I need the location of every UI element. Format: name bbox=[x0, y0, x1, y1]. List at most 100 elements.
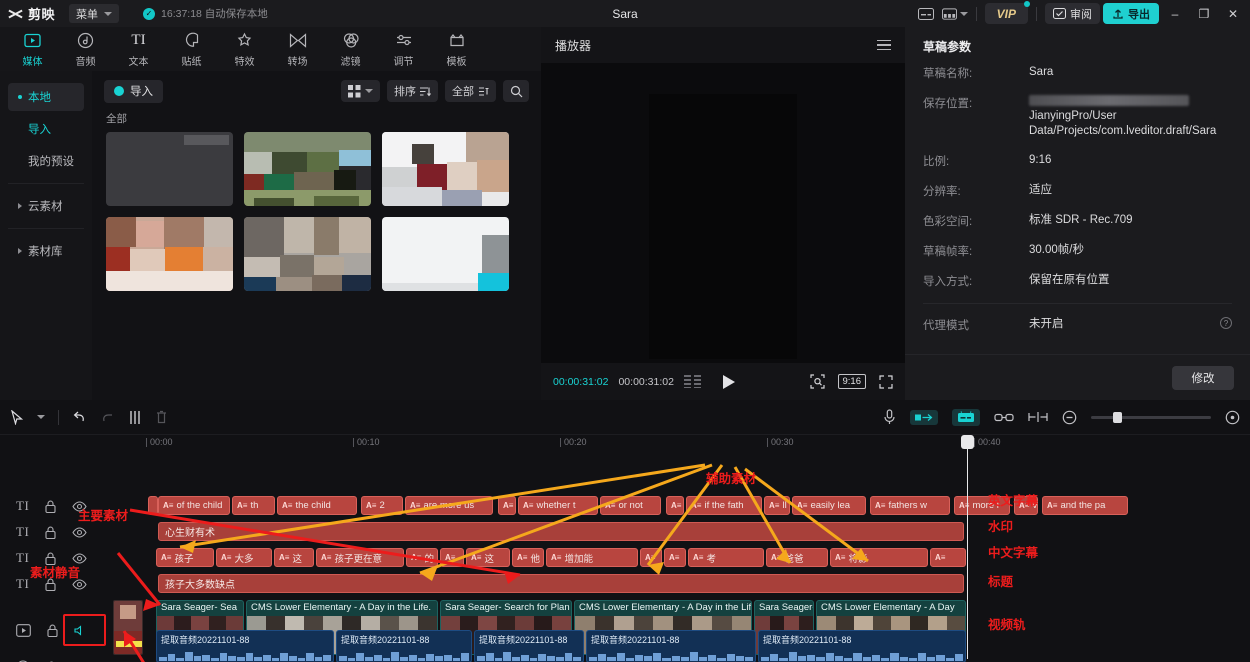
sub-clip[interactable]: A≡ bbox=[498, 496, 516, 515]
select-arrow-icon[interactable] bbox=[10, 406, 24, 428]
sub-clip[interactable]: A≡孩子更在意 bbox=[316, 548, 404, 567]
subtitle-icon[interactable] bbox=[913, 3, 939, 24]
sub-clip[interactable]: A≡考 bbox=[688, 548, 764, 567]
layout-icon[interactable] bbox=[942, 3, 968, 24]
undo-icon[interactable] bbox=[72, 406, 87, 428]
watermark-clip[interactable]: 心生财有术 bbox=[158, 522, 964, 541]
media-thumbnail[interactable] bbox=[106, 217, 233, 291]
redo-icon[interactable] bbox=[100, 406, 115, 428]
minimize-button[interactable]: – bbox=[1162, 2, 1188, 26]
search-button[interactable] bbox=[503, 80, 529, 102]
sub-clip[interactable]: A≡将影 bbox=[830, 548, 928, 567]
title-clip[interactable]: 孩子大多数缺点 bbox=[158, 574, 964, 593]
tab-audio[interactable]: 音频 bbox=[59, 28, 112, 70]
tab-sticker[interactable]: 贴纸 bbox=[165, 28, 218, 70]
help-icon[interactable]: ? bbox=[1220, 317, 1232, 329]
play-icon[interactable] bbox=[723, 375, 735, 389]
link-icon[interactable] bbox=[994, 406, 1014, 428]
sub-clip[interactable]: A≡ bbox=[666, 496, 684, 515]
sidebar-item-local[interactable]: 本地 bbox=[8, 83, 84, 111]
sub-clip[interactable]: A≡爸爸 bbox=[766, 548, 828, 567]
filter-button[interactable]: 全部 bbox=[445, 80, 496, 102]
sort-button[interactable]: 排序 bbox=[387, 80, 438, 102]
audio-clip[interactable]: 提取音频20221101-88 bbox=[758, 630, 966, 662]
vip-button[interactable]: VIP bbox=[985, 3, 1028, 24]
export-button[interactable]: 导出 bbox=[1103, 3, 1159, 24]
sub-clip[interactable]: A≡if the fath bbox=[686, 496, 762, 515]
video-cover-thumbnail[interactable] bbox=[113, 600, 143, 655]
sub-clip[interactable]: A≡2 bbox=[361, 496, 403, 515]
eye-icon[interactable] bbox=[72, 527, 87, 538]
playhead-handle[interactable] bbox=[961, 435, 974, 449]
mirror-button[interactable] bbox=[910, 410, 938, 425]
sub-clip[interactable]: A≡ bbox=[930, 548, 966, 567]
media-thumbnail[interactable] bbox=[244, 132, 371, 206]
sub-clip[interactable]: A≡孩子 bbox=[156, 548, 214, 567]
maximize-button[interactable]: ❐ bbox=[1191, 2, 1217, 26]
sub-clip[interactable]: A≡are more us bbox=[405, 496, 493, 515]
mic-icon[interactable] bbox=[883, 406, 896, 428]
sub-clip[interactable]: A≡the child bbox=[277, 496, 357, 515]
zoom-out-icon[interactable] bbox=[1062, 406, 1077, 428]
hamburger-icon[interactable] bbox=[877, 40, 891, 51]
auto-caption-button[interactable] bbox=[952, 409, 980, 426]
delete-icon[interactable] bbox=[155, 406, 168, 428]
audio-clip[interactable]: 提取音频20221101-88 bbox=[336, 630, 472, 662]
sub-clip[interactable]: A≡这 bbox=[466, 548, 510, 567]
tab-template[interactable]: 模板 bbox=[430, 28, 483, 70]
sub-clip[interactable]: A≡whether t bbox=[518, 496, 598, 515]
menu-button[interactable]: 菜单 bbox=[69, 4, 119, 23]
split-icon[interactable] bbox=[128, 406, 142, 428]
media-thumbnail[interactable] bbox=[244, 217, 371, 291]
sub-clip[interactable]: A≡大多 bbox=[216, 548, 272, 567]
aspect-ratio-button[interactable]: 9:16 bbox=[838, 374, 867, 389]
playhead[interactable] bbox=[967, 435, 968, 659]
crop-icon[interactable] bbox=[810, 374, 825, 389]
zoom-slider-handle[interactable] bbox=[1113, 412, 1122, 423]
sidebar-item-my-presets[interactable]: 我的预设 bbox=[8, 147, 84, 175]
sub-clip[interactable]: A≡这 bbox=[274, 548, 314, 567]
view-mode-button[interactable] bbox=[341, 80, 380, 102]
sub-clip[interactable]: A≡or not bbox=[600, 496, 661, 515]
sidebar-item-cloud-assets[interactable]: 云素材 bbox=[8, 192, 84, 220]
sub-clip[interactable]: A≡th bbox=[232, 496, 275, 515]
zoom-slider[interactable] bbox=[1091, 416, 1211, 419]
sub-clip[interactable]: A≡ bbox=[640, 548, 662, 567]
audio-clip[interactable]: 提取音频20221101-88 bbox=[156, 630, 334, 662]
sub-clip[interactable]: A≡of the child bbox=[158, 496, 230, 515]
lock-icon[interactable] bbox=[45, 500, 56, 513]
import-button[interactable]: 导入 bbox=[104, 80, 163, 103]
media-thumbnail[interactable] bbox=[106, 132, 233, 206]
sub-clip[interactable]: A≡and the pa bbox=[1042, 496, 1128, 515]
sub-clip[interactable]: A≡他 bbox=[512, 548, 544, 567]
sub-clip[interactable]: A≡ bbox=[440, 548, 464, 567]
tab-media[interactable]: 媒体 bbox=[6, 28, 59, 70]
modify-button[interactable]: 修改 bbox=[1172, 366, 1234, 390]
media-thumbnail[interactable] bbox=[382, 217, 509, 291]
audio-clip[interactable]: 提取音频20221101-88 bbox=[586, 630, 756, 662]
tab-adjust[interactable]: 调节 bbox=[377, 28, 430, 70]
tab-text[interactable]: TI 文本 bbox=[112, 28, 165, 70]
sub-clip[interactable]: A≡ll bbox=[764, 496, 790, 515]
zoom-in-icon[interactable] bbox=[1225, 406, 1240, 428]
keyframe-icon[interactable] bbox=[684, 375, 701, 388]
sidebar-item-asset-library[interactable]: 素材库 bbox=[8, 237, 84, 265]
tab-transition[interactable]: 转场 bbox=[271, 28, 324, 70]
fullscreen-icon[interactable] bbox=[879, 375, 893, 389]
sidebar-item-import[interactable]: 导入 bbox=[8, 115, 84, 143]
snap-icon[interactable] bbox=[1028, 406, 1048, 428]
sub-clip[interactable]: A≡fathers w bbox=[870, 496, 950, 515]
tab-effects[interactable]: 特效 bbox=[218, 28, 271, 70]
media-thumbnail[interactable] bbox=[382, 132, 509, 206]
lock-icon[interactable] bbox=[45, 526, 56, 539]
timeline-ruler[interactable]: 00:00 00:10 00:20 00:30 00:40 bbox=[148, 435, 1250, 452]
lock-icon[interactable] bbox=[47, 624, 58, 637]
sub-clip[interactable]: A≡增加能 bbox=[546, 548, 638, 567]
chevron-down-icon[interactable] bbox=[37, 406, 45, 428]
sub-clip[interactable]: A≡ bbox=[664, 548, 686, 567]
sub-clip[interactable] bbox=[148, 496, 158, 515]
tab-filter[interactable]: 滤镜 bbox=[324, 28, 377, 70]
review-button[interactable]: 审阅 bbox=[1045, 3, 1100, 24]
sub-clip[interactable]: A≡的 bbox=[406, 548, 438, 567]
sub-clip[interactable]: A≡easily lea bbox=[792, 496, 866, 515]
